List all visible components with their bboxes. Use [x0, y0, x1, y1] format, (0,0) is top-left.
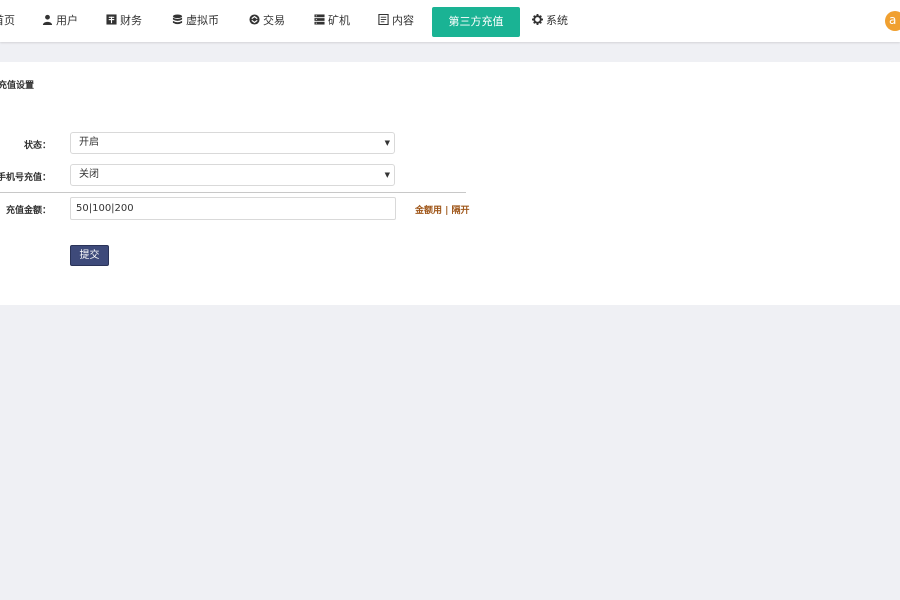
- chevron-down-icon: ▼: [384, 139, 390, 147]
- gear-icon: [532, 14, 543, 25]
- user-avatar[interactable]: a: [885, 11, 900, 31]
- recharge-settings-panel: 充值设置 状态： 开启 ▼ 绑定手机号充值： 关闭 ▼ 充值金额： 50|100…: [0, 62, 900, 305]
- status-select-value: 开启: [79, 137, 99, 148]
- nav-item-miner[interactable]: 矿机: [314, 0, 350, 42]
- nav-item-label: 系统: [546, 14, 568, 27]
- user-icon: [42, 14, 53, 25]
- submit-button[interactable]: 提交: [70, 245, 109, 266]
- nav-item-system[interactable]: 系统: [532, 0, 568, 42]
- nav-item-virtual-currency[interactable]: 虚拟币: [172, 0, 219, 42]
- divider: [0, 192, 466, 193]
- phone-recharge-select[interactable]: 关闭 ▼: [70, 164, 395, 186]
- amount-input[interactable]: 50|100|200: [70, 197, 396, 220]
- nav-item-label: 内容: [392, 14, 414, 27]
- phone-recharge-select-value: 关闭: [79, 169, 99, 180]
- status-label: 状态：: [23, 141, 51, 151]
- amount-label: 充值金额：: [5, 206, 51, 216]
- nav-item-label: 矿机: [328, 14, 350, 27]
- amount-hint: 金额用 | 隔开: [415, 206, 470, 216]
- phone-recharge-label: 绑定手机号充值：: [0, 173, 51, 183]
- nav-item-label: 第三方充值: [448, 15, 504, 28]
- panel-title: 充值设置: [0, 81, 35, 91]
- nav-item-third-party-recharge[interactable]: 第三方充值: [432, 7, 520, 37]
- nav-item-finance[interactable]: 财务: [106, 0, 142, 42]
- top-navbar: 首页 用户 财务 虚拟币 交易: [0, 0, 900, 42]
- coin-stack-icon: [172, 14, 183, 25]
- nav-item-label: 虚拟币: [186, 14, 219, 27]
- finance-icon: [106, 14, 117, 25]
- nav-item-trade[interactable]: 交易: [249, 0, 285, 42]
- nav-item-label: 首页: [0, 14, 15, 27]
- nav-item-home[interactable]: 首页: [0, 0, 15, 42]
- nav-item-users[interactable]: 用户: [42, 0, 78, 42]
- nav-item-label: 财务: [120, 14, 142, 27]
- document-icon: [378, 14, 389, 25]
- nav-item-label: 交易: [263, 14, 285, 27]
- nav-item-content[interactable]: 内容: [378, 0, 414, 42]
- exchange-icon: [249, 14, 260, 25]
- server-icon: [314, 14, 325, 25]
- nav-item-label: 用户: [56, 14, 78, 27]
- status-select[interactable]: 开启 ▼: [70, 132, 395, 154]
- chevron-down-icon: ▼: [384, 171, 390, 179]
